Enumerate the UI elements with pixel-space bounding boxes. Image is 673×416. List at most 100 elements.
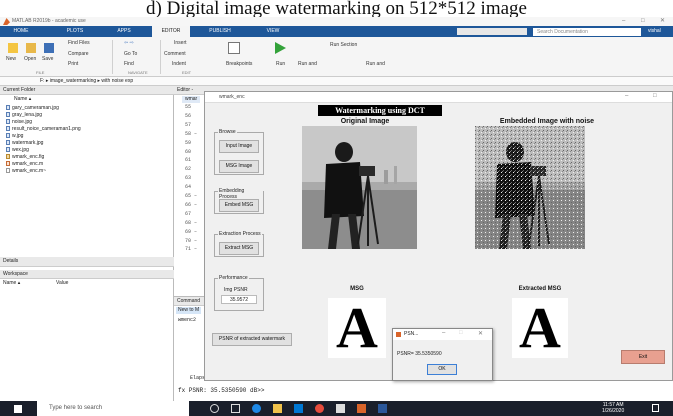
file-item[interactable]: w.jpg bbox=[6, 133, 23, 140]
input-image-button[interactable]: Input Image bbox=[219, 140, 259, 153]
embed-msg-button[interactable]: Embed MSG bbox=[219, 199, 259, 212]
back-forward-icon[interactable]: ⇦ ⇨ bbox=[124, 40, 134, 46]
minimize-icon[interactable]: – bbox=[442, 330, 445, 336]
embedded-image-label: Embedded Image with noise bbox=[499, 118, 595, 125]
go-to-button[interactable]: Go To bbox=[124, 51, 137, 57]
file-item[interactable]: wmark_enc.fig bbox=[6, 154, 44, 161]
search-documentation-input[interactable]: Search Documentation bbox=[533, 28, 641, 36]
image-file-icon bbox=[6, 140, 10, 145]
new-button[interactable]: New bbox=[6, 56, 16, 62]
file-explorer-icon[interactable] bbox=[273, 404, 282, 413]
editor-line-number: 59 bbox=[185, 139, 192, 146]
fig-file-icon bbox=[6, 154, 10, 159]
indent-button[interactable]: Indent bbox=[172, 61, 186, 67]
tab-view[interactable]: VIEW bbox=[258, 26, 288, 37]
workspace-name-column[interactable]: Name ▴ bbox=[3, 280, 20, 287]
workspace-value-column[interactable]: Value bbox=[56, 280, 68, 287]
file-item[interactable]: result_noice_cameraman1.png bbox=[6, 126, 81, 133]
editor-line-number: 68 – bbox=[185, 219, 198, 226]
store-icon[interactable] bbox=[294, 404, 303, 413]
file-item[interactable]: noise.jpg bbox=[6, 119, 32, 126]
msg-label: MSG bbox=[350, 286, 364, 292]
breakpoints-button[interactable]: Breakpoints bbox=[226, 61, 252, 67]
desktop-screenshot: MATLAB R2019b - academic use – □ ✕ HOME … bbox=[0, 17, 673, 416]
matlab-titlebar: MATLAB R2019b - academic use – □ ✕ bbox=[0, 17, 673, 26]
file-item[interactable]: gray_lena.jpg bbox=[6, 112, 42, 119]
run-button[interactable]: Run bbox=[276, 61, 285, 67]
quick-access-toolbar[interactable] bbox=[457, 28, 527, 35]
run-section-button[interactable]: Run Section bbox=[330, 42, 357, 48]
file-item[interactable]: wmark_enc.m bbox=[6, 161, 43, 168]
exit-button[interactable]: Exit bbox=[621, 350, 665, 364]
details-header[interactable]: Details bbox=[0, 257, 174, 267]
windows-start-icon[interactable] bbox=[14, 405, 22, 413]
tab-publish[interactable]: PUBLISH bbox=[200, 26, 240, 37]
embedded-image bbox=[475, 126, 585, 249]
cortana-icon[interactable] bbox=[210, 404, 219, 413]
tab-apps[interactable]: APPS bbox=[110, 26, 138, 37]
notifications-icon[interactable] bbox=[652, 404, 659, 412]
word-icon[interactable] bbox=[378, 404, 387, 413]
file-item[interactable]: gary_cameraman.jpg bbox=[6, 105, 59, 112]
ok-button[interactable]: OK bbox=[427, 364, 457, 375]
maximize-icon[interactable]: □ bbox=[641, 17, 645, 26]
extract-msg-button[interactable]: Extract MSG bbox=[219, 242, 259, 255]
mail-icon[interactable] bbox=[336, 404, 345, 413]
tab-plots[interactable]: PLOTS bbox=[60, 26, 90, 37]
gui-headline: Watermarking using DCT bbox=[318, 105, 442, 116]
msg-image-button[interactable]: MSG Image bbox=[219, 160, 259, 173]
maximize-icon: □ bbox=[459, 330, 463, 336]
name-column-header[interactable]: Name ▴ bbox=[14, 96, 31, 103]
file-item[interactable]: wmark_enc.m~ bbox=[6, 168, 46, 175]
minimize-icon[interactable]: – bbox=[622, 17, 625, 26]
compare-button[interactable]: Compare bbox=[68, 51, 89, 57]
user-account[interactable]: vishal bbox=[648, 26, 661, 37]
matlab-taskbar-icon[interactable] bbox=[357, 404, 366, 413]
close-icon[interactable]: ✕ bbox=[660, 17, 665, 26]
run-icon[interactable] bbox=[275, 42, 286, 54]
run-and-time-button[interactable]: Run and bbox=[366, 61, 385, 67]
file-item[interactable]: watermark.jpg bbox=[6, 140, 43, 147]
img-psnr-value: 35.9572 bbox=[221, 295, 257, 304]
run-and-advance-button[interactable]: Run and bbox=[298, 61, 317, 67]
comment-button[interactable]: Comment bbox=[164, 51, 186, 57]
current-folder-header: Current Folder bbox=[0, 86, 174, 95]
new-to-matlab-tip[interactable]: New to M bbox=[176, 307, 202, 314]
divider bbox=[112, 40, 113, 74]
workspace-header: Workspace bbox=[0, 270, 174, 279]
find-button[interactable]: Find bbox=[124, 61, 134, 67]
editor-line-number: 63 bbox=[185, 175, 192, 182]
chrome-icon[interactable] bbox=[315, 404, 324, 413]
insert-button[interactable]: Insert bbox=[174, 40, 187, 46]
open-folder-icon[interactable] bbox=[26, 43, 36, 53]
editor-file-tab[interactable]: wmar bbox=[182, 96, 201, 103]
editor-line-number: 61 bbox=[185, 157, 192, 164]
minimize-icon[interactable]: – bbox=[625, 93, 628, 99]
psnr-extracted-watermark-button[interactable]: PSNR of extracted watermark bbox=[212, 333, 292, 346]
performance-panel-title: Performance bbox=[218, 275, 249, 281]
tab-editor[interactable]: EDITOR bbox=[152, 26, 190, 37]
close-icon[interactable]: ✕ bbox=[478, 330, 483, 337]
taskbar-search-input[interactable]: Type here to search bbox=[37, 401, 189, 416]
find-files-button[interactable]: Find Files bbox=[68, 40, 90, 46]
editor-line-number: 57 bbox=[185, 121, 192, 128]
maximize-icon[interactable]: □ bbox=[653, 93, 657, 99]
command-prompt[interactable]: fx PSNR: 35.5350590 dB>> bbox=[178, 387, 264, 394]
performance-panel: Performance Img PSNR 35.9572 bbox=[214, 275, 264, 311]
edge-icon[interactable] bbox=[252, 404, 261, 413]
extracted-msg-label: Extracted MSG bbox=[518, 286, 562, 292]
editor-line-number: 64 bbox=[185, 184, 192, 191]
tab-home[interactable]: HOME bbox=[6, 26, 36, 37]
save-button[interactable]: Save bbox=[42, 56, 53, 62]
save-icon[interactable] bbox=[44, 43, 54, 53]
psnr-dialog: PSN... – □ ✕ PSNR= 35.5350590 OK bbox=[392, 328, 493, 381]
file-item[interactable]: wex.jpg bbox=[6, 147, 29, 154]
clock[interactable]: 11:57 AM 1/26/2020 bbox=[602, 402, 624, 414]
open-button[interactable]: Open bbox=[24, 56, 36, 62]
toolstrip-tabs: HOME PLOTS APPS EDITOR PUBLISH VIEW Sear… bbox=[0, 26, 673, 37]
address-bar[interactable]: F: ▸ image_watermarking ▸ with noise exp bbox=[0, 77, 673, 86]
breakpoints-icon[interactable] bbox=[228, 42, 240, 54]
print-button[interactable]: Print bbox=[68, 61, 78, 67]
task-view-icon[interactable] bbox=[231, 404, 240, 413]
new-icon[interactable] bbox=[8, 43, 18, 53]
